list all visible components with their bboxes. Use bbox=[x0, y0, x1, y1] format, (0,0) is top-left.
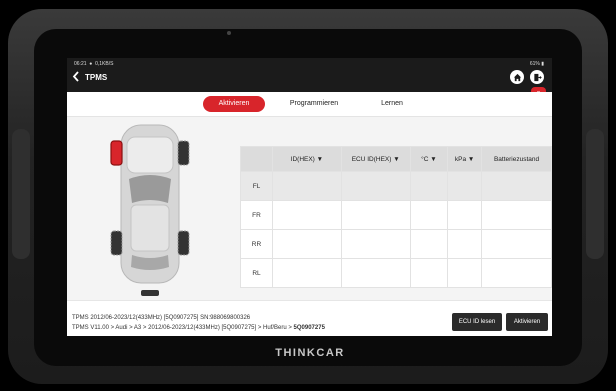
table-cell bbox=[340, 171, 411, 201]
tire-rear-right[interactable] bbox=[177, 230, 190, 256]
car-diagram bbox=[110, 124, 190, 296]
footer-path-current: 5Q0907275 bbox=[293, 325, 325, 331]
table-row[interactable]: FR bbox=[240, 200, 552, 230]
table-cell bbox=[340, 229, 411, 259]
col-header-battery: Batteriezustand bbox=[481, 146, 552, 172]
table-cell bbox=[271, 200, 342, 230]
table-cell bbox=[481, 229, 552, 259]
tire-front-right[interactable] bbox=[177, 140, 190, 166]
table-cell bbox=[409, 258, 449, 288]
screen: 06:21 ● 0,1KB/S 61% ▮ TPMS Aktivieren Pr… bbox=[67, 58, 552, 336]
table-row[interactable]: RL bbox=[240, 258, 552, 288]
status-time: 06:21 bbox=[74, 61, 87, 67]
footer-bar: TPMS 2012/06-2023/12(433MHz) [5Q0907275]… bbox=[67, 300, 552, 336]
home-button[interactable] bbox=[510, 70, 524, 84]
right-grip bbox=[586, 129, 604, 259]
home-icon bbox=[513, 73, 521, 81]
ecu-id-read-button[interactable]: ECU ID lesen bbox=[452, 313, 502, 331]
tire-rear-left[interactable] bbox=[110, 230, 123, 256]
col-header-id-hex[interactable]: ID(HEX) ▼ bbox=[271, 146, 342, 172]
table-cell bbox=[447, 200, 483, 230]
tpms-content: ID(HEX) ▼ ECU ID(HEX) ▼ °C ▼ kPa ▼ Batte… bbox=[67, 117, 552, 300]
row-label: FR bbox=[240, 200, 273, 230]
table-row[interactable]: FL bbox=[240, 171, 552, 201]
status-net: 0,1KB/S bbox=[95, 61, 114, 67]
brand-logo: THINKCAR bbox=[275, 347, 345, 359]
table-cell bbox=[447, 258, 483, 288]
footer-path-line: TPMS V11.00 > Audi > A3 > 2012/06-2023/1… bbox=[72, 325, 325, 331]
col-header-kpa[interactable]: kPa ▼ bbox=[447, 146, 483, 172]
table-cell bbox=[409, 171, 449, 201]
row-label: RR bbox=[240, 229, 273, 259]
row-label: RL bbox=[240, 258, 273, 288]
table-cell bbox=[340, 200, 411, 230]
car-body bbox=[120, 124, 180, 296]
footer-path-prefix: TPMS V11.00 > Audi > A3 > 2012/06-2023/1… bbox=[72, 325, 294, 331]
page-title: TPMS bbox=[85, 73, 108, 82]
tab-lernen[interactable]: Lernen bbox=[367, 96, 417, 112]
tire-front-left[interactable] bbox=[110, 140, 123, 166]
wifi-icon: ● bbox=[87, 61, 94, 67]
table-cell bbox=[271, 258, 342, 288]
tab-bar: Aktivieren Programmieren Lernen bbox=[67, 92, 552, 117]
battery-icon: ▮ bbox=[541, 61, 544, 67]
exit-icon bbox=[533, 73, 542, 81]
status-left: 06:21 ● 0,1KB/S bbox=[74, 61, 113, 67]
left-grip bbox=[12, 129, 30, 259]
row-label: FL bbox=[240, 171, 273, 201]
table-cell bbox=[340, 258, 411, 288]
front-camera bbox=[227, 31, 231, 35]
status-right: 61% ▮ bbox=[530, 61, 544, 67]
back-button[interactable] bbox=[72, 71, 80, 84]
table-header-row: ID(HEX) ▼ ECU ID(HEX) ▼ °C ▼ kPa ▼ Batte… bbox=[240, 146, 552, 172]
activate-button[interactable]: Aktivieren bbox=[506, 313, 548, 331]
table-cell bbox=[271, 229, 342, 259]
table-cell bbox=[447, 171, 483, 201]
col-header-ecu-id[interactable]: ECU ID(HEX) ▼ bbox=[340, 146, 411, 172]
tab-programmieren[interactable]: Programmieren bbox=[279, 96, 349, 112]
table-cell bbox=[271, 171, 342, 201]
footer-info-line: TPMS 2012/06-2023/12(433MHz) [5Q0907275]… bbox=[72, 315, 251, 321]
table-cell bbox=[447, 229, 483, 259]
col-header bbox=[240, 146, 273, 172]
exit-button[interactable] bbox=[530, 70, 544, 84]
table-cell bbox=[481, 258, 552, 288]
tab-aktivieren[interactable]: Aktivieren bbox=[203, 96, 265, 112]
tpms-table: ID(HEX) ▼ ECU ID(HEX) ▼ °C ▼ kPa ▼ Batte… bbox=[240, 146, 552, 288]
col-header-celsius[interactable]: °C ▼ bbox=[409, 146, 449, 172]
table-cell bbox=[481, 200, 552, 230]
chevron-left-icon bbox=[72, 71, 79, 82]
table-cell bbox=[409, 229, 449, 259]
table-row[interactable]: RR bbox=[240, 229, 552, 259]
header-bar: 06:21 ● 0,1KB/S 61% ▮ TPMS bbox=[67, 58, 552, 92]
status-battery: 61% bbox=[529, 61, 540, 67]
table-cell bbox=[409, 200, 449, 230]
table-cell bbox=[481, 171, 552, 201]
